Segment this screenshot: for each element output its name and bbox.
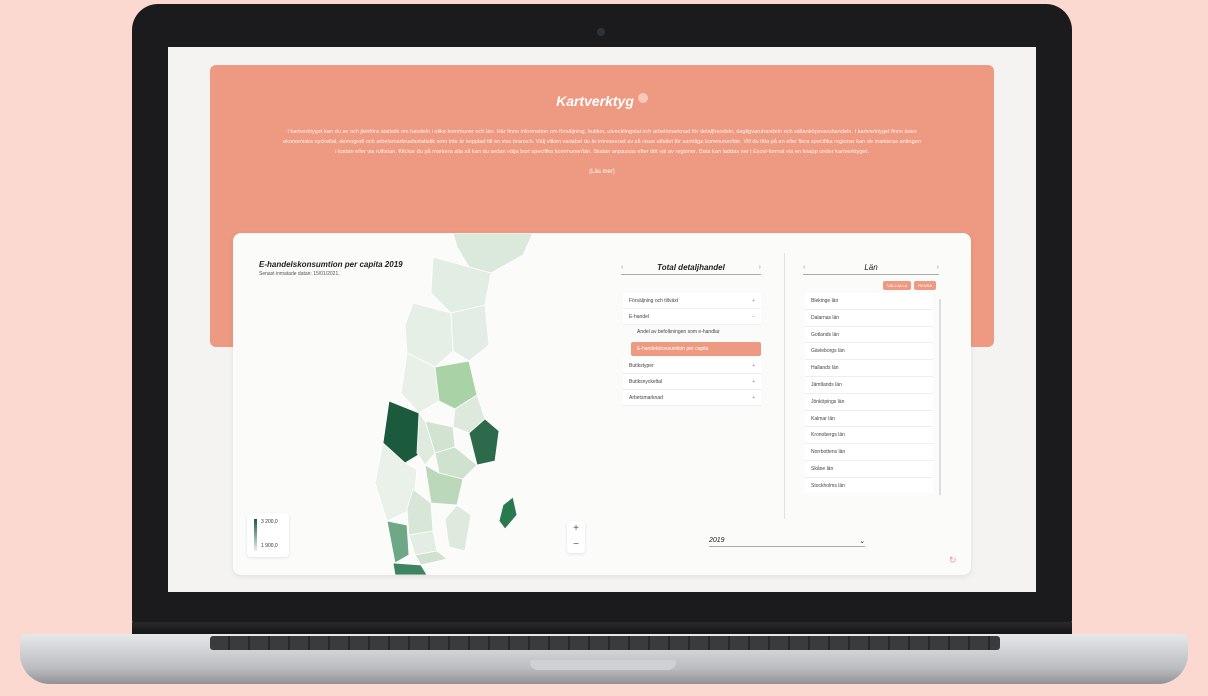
region-kalmar xyxy=(444,504,472,552)
lan-title: Län xyxy=(864,263,878,272)
hero-title-text: Kartverktyg xyxy=(556,93,634,109)
lan-item[interactable]: Skåne län xyxy=(805,460,933,478)
variable-item-butikstyper[interactable]: Butikstyper + xyxy=(623,358,761,374)
variable-item-butiksnyckeltal[interactable]: Butiksnyckeltal + xyxy=(623,374,761,390)
collapse-icon: − xyxy=(752,313,755,320)
select-all-button[interactable]: VÄLJ ALLA xyxy=(883,281,912,290)
lan-item[interactable]: Jämtlands län xyxy=(805,376,933,394)
hero-title: Kartverktyg xyxy=(556,93,648,109)
variable-panel: ‹ Total detaljhandel › Försäljning och t… xyxy=(605,253,785,519)
info-icon[interactable] xyxy=(637,93,648,103)
variable-title: Total detaljhandel xyxy=(657,263,725,272)
year-select[interactable]: 2019 ⌄ xyxy=(709,537,865,547)
map-subtitle: Senast inmatade datan: 15/01/2021, xyxy=(259,271,340,277)
sweden-map[interactable] xyxy=(373,233,593,575)
variable-next-icon[interactable]: › xyxy=(759,264,761,271)
hero-description: I kartverktyget kan du se och jämföra st… xyxy=(283,129,921,155)
legend-min: 1 900,0 xyxy=(261,543,278,549)
trackpad-notch xyxy=(530,660,676,670)
variable-label: Försäljning och tillväxt xyxy=(629,297,679,304)
variable-item-arbetsmarknad[interactable]: Arbetsmarknad + xyxy=(623,390,761,406)
variable-item-forsaljning[interactable]: Försäljning och tillväxt + xyxy=(623,293,761,309)
legend-max: 3 200,0 xyxy=(261,519,278,525)
lan-item[interactable]: Hallands län xyxy=(805,360,933,377)
expand-icon: + xyxy=(752,297,755,304)
expand-icon: + xyxy=(752,362,755,369)
lan-item[interactable]: Jönköpings län xyxy=(805,393,933,411)
reset-button[interactable]: RENSA xyxy=(914,281,937,290)
variable-label: E-handel xyxy=(629,313,650,320)
zoom-in-button[interactable]: + xyxy=(567,521,585,537)
keyboard xyxy=(210,636,1000,650)
lan-next-icon[interactable]: › xyxy=(937,264,939,271)
chevron-down-icon: ⌄ xyxy=(859,538,865,545)
lan-item[interactable]: Norrbottens län xyxy=(805,444,933,461)
variable-label: Butiksnyckeltal xyxy=(629,378,663,385)
expand-icon: + xyxy=(752,394,755,401)
variable-list: Försäljning och tillväxt + E-handel − An… xyxy=(623,293,761,406)
region-halland xyxy=(386,520,410,564)
refresh-icon[interactable]: ↻ xyxy=(949,555,957,566)
zoom-controls: + − xyxy=(567,521,585,553)
lan-item[interactable]: Stockholms län xyxy=(805,477,933,493)
variable-label: Butikstyper xyxy=(629,362,654,369)
lan-actions: VÄLJ ALLA RENSA xyxy=(883,281,937,290)
variable-item-ehandel[interactable]: E-handel − xyxy=(623,309,761,325)
zoom-out-button[interactable]: − xyxy=(567,537,585,553)
year-value: 2019 xyxy=(709,537,725,544)
region-gotland xyxy=(498,496,518,530)
screen: Kartverktyg I kartverktyget kan du se oc… xyxy=(168,47,1036,592)
read-more-link[interactable]: (Läs mer) xyxy=(210,169,994,175)
variable-prev-icon[interactable]: ‹ xyxy=(621,264,623,271)
lan-panel: ‹ Län › VÄLJ ALLA RENSA Blekinge län Dal… xyxy=(793,253,953,519)
map-tool-card: E-handelskonsumtion per capita 2019 Sena… xyxy=(233,233,971,575)
lan-item[interactable]: Blekinge län xyxy=(805,293,933,310)
map-legend: 3 200,0 1 900,0 xyxy=(247,513,289,557)
variable-label: Arbetsmarknad xyxy=(629,394,663,401)
lan-item[interactable]: Dalarnas län xyxy=(805,309,933,327)
region-jonkoping xyxy=(406,488,434,536)
lan-item[interactable]: Kalmar län xyxy=(805,410,933,428)
lan-list: Blekinge län Dalarnas län Gotlands län G… xyxy=(805,293,933,493)
region-vasternorrland xyxy=(450,304,490,362)
legend-gradient xyxy=(254,519,257,551)
lan-prev-icon[interactable]: ‹ xyxy=(803,264,805,271)
expand-icon: + xyxy=(752,378,755,385)
lan-scrollbar[interactable] xyxy=(939,299,941,495)
variable-header: ‹ Total detaljhandel › xyxy=(621,261,761,275)
lan-item[interactable]: Kronobergs län xyxy=(805,427,933,445)
lan-item[interactable]: Gävleborgs län xyxy=(805,343,933,361)
lan-header: ‹ Län › xyxy=(803,261,939,275)
variable-subitem-active[interactable]: E-handelskonsumtion per capita xyxy=(631,342,761,356)
lan-item[interactable]: Gotlands län xyxy=(805,326,933,344)
camera xyxy=(597,28,605,36)
variable-subitem-andel[interactable]: Andel av befolkningen som e-handlar xyxy=(623,325,761,340)
